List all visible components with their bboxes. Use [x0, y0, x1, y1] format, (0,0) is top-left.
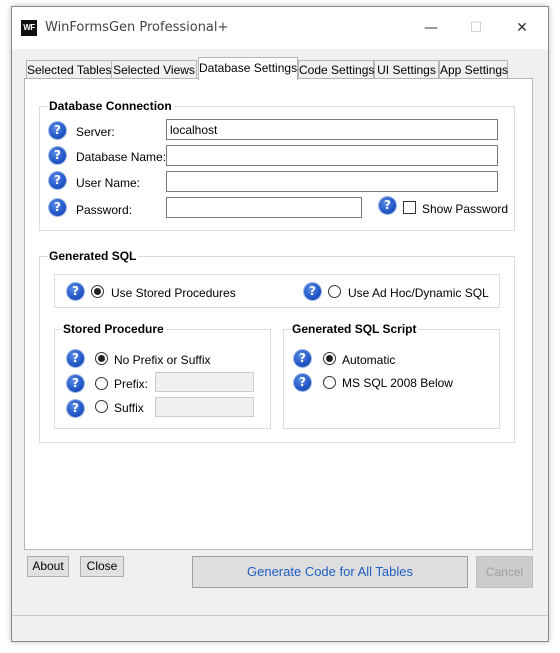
close-window-button[interactable]: ✕ [502, 15, 542, 41]
tab-selected-views[interactable]: Selected Views [111, 60, 197, 79]
show-password-label: Show Password [422, 202, 509, 216]
prefix-help-icon[interactable]: ? [67, 375, 84, 392]
sql-mode-panel: ? Use Stored Procedures ? Use Ad Hoc/Dyn… [54, 274, 500, 308]
mssql2008-label: MS SQL 2008 Below [342, 376, 453, 390]
database-name-help-icon[interactable]: ? [49, 147, 66, 164]
prefix-label: Prefix: [114, 377, 149, 391]
database-settings-page: Database Connection ? Server: ? Database… [24, 78, 533, 550]
mssql2008-help-icon[interactable]: ? [294, 374, 311, 391]
main-window: WF WinFormsGen Professional+ — ☐ ✕ Selec… [11, 6, 549, 642]
minimize-button[interactable]: — [411, 15, 451, 41]
prefix-radio[interactable] [95, 377, 108, 390]
server-help-icon[interactable]: ? [49, 122, 66, 139]
server-input[interactable] [166, 119, 498, 140]
tab-selected-tables[interactable]: Selected Tables [26, 60, 112, 79]
generated-sql-title: Generated SQL [48, 249, 139, 263]
generated-sql-script-group: Generated SQL Script ? Automatic ? MS SQ… [283, 322, 500, 429]
show-password-help-icon[interactable]: ? [379, 197, 396, 214]
no-prefix-suffix-radio[interactable] [95, 352, 108, 365]
database-connection-title: Database Connection [48, 99, 174, 113]
use-adhoc-sql-label: Use Ad Hoc/Dynamic SQL [348, 286, 489, 300]
database-connection-group: Database Connection ? Server: ? Database… [39, 99, 515, 231]
prefix-input[interactable] [155, 372, 254, 392]
tab-database-settings[interactable]: Database Settings [198, 57, 298, 80]
tab-app-settings[interactable]: App Settings [439, 60, 508, 79]
database-name-label: Database Name: [76, 150, 167, 164]
user-name-input[interactable] [166, 171, 498, 192]
about-button[interactable]: About [27, 556, 69, 577]
database-name-input[interactable] [166, 145, 498, 166]
show-password-checkbox[interactable] [403, 201, 416, 214]
no-prefix-help-icon[interactable]: ? [67, 350, 84, 367]
automatic-label: Automatic [342, 353, 396, 367]
maximize-button[interactable]: ☐ [456, 15, 496, 41]
password-label: Password: [76, 203, 133, 217]
suffix-input[interactable] [155, 397, 254, 417]
use-adhoc-sql-radio[interactable] [328, 285, 341, 298]
mssql2008-radio[interactable] [323, 376, 336, 389]
tab-code-settings[interactable]: Code Settings [298, 60, 374, 79]
generated-sql-script-title: Generated SQL Script [291, 322, 419, 336]
stored-procedure-title: Stored Procedure [62, 322, 166, 336]
tab-ui-settings[interactable]: UI Settings [374, 60, 439, 79]
generated-sql-group: Generated SQL ? Use Stored Procedures ? … [39, 249, 515, 443]
status-bar [12, 615, 548, 641]
stored-procedures-help-icon[interactable]: ? [67, 283, 84, 300]
use-stored-procedures-radio[interactable] [91, 285, 104, 298]
title-bar: WF WinFormsGen Professional+ — ☐ ✕ [12, 7, 548, 49]
use-stored-procedures-label: Use Stored Procedures [111, 286, 236, 300]
automatic-radio[interactable] [323, 352, 336, 365]
user-name-label: User Name: [76, 176, 141, 190]
suffix-radio[interactable] [95, 400, 108, 413]
no-prefix-suffix-label: No Prefix or Suffix [114, 353, 211, 367]
user-name-help-icon[interactable]: ? [49, 172, 66, 189]
app-logo-icon: WF [21, 20, 37, 36]
suffix-help-icon[interactable]: ? [67, 400, 84, 417]
adhoc-sql-help-icon[interactable]: ? [304, 283, 321, 300]
suffix-label: Suffix [114, 401, 144, 415]
password-help-icon[interactable]: ? [49, 199, 66, 216]
stored-procedure-group: Stored Procedure ? No Prefix or Suffix ?… [54, 322, 271, 429]
password-input[interactable] [166, 197, 362, 218]
server-label: Server: [76, 125, 115, 139]
cancel-button[interactable]: Cancel [476, 556, 533, 588]
window-title: WinFormsGen Professional+ [45, 20, 229, 35]
generate-code-button[interactable]: Generate Code for All Tables [192, 556, 468, 588]
automatic-help-icon[interactable]: ? [294, 350, 311, 367]
close-button[interactable]: Close [80, 556, 124, 577]
